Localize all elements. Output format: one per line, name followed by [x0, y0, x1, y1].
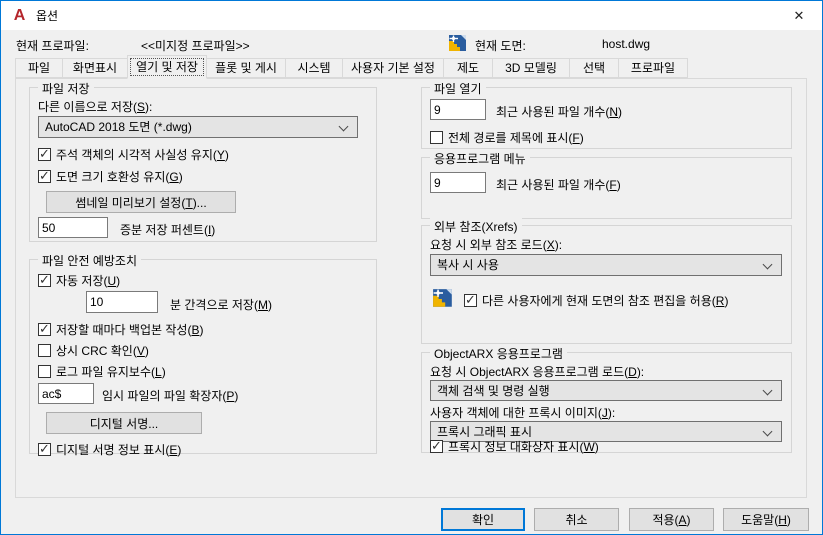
arx-demand-load-value: 객체 검색 및 명령 실행: [437, 384, 550, 398]
proxy-images-value: 프록시 그래픽 표시: [437, 425, 532, 439]
full-path-title-label: 전체 경로를 제목에 표시(F): [448, 131, 584, 145]
current-profile-value: <<미지정 프로파일>>: [141, 39, 250, 53]
drawing-size-compat-label: 도면 크기 호환성 유지(G): [56, 170, 183, 184]
group-app-menu-title: 응용프로그램 메뉴: [430, 150, 530, 167]
log-maintain-checkbox[interactable]: [38, 365, 51, 378]
full-path-title-checkbox[interactable]: [430, 131, 443, 144]
tab-profiles[interactable]: 프로파일: [618, 58, 688, 78]
tab-bar: 파일 화면표시 열기 및 저장 플롯 및 게시 시스템 사용자 기본 설정 제도…: [15, 55, 688, 79]
options-dialog: A 옵션 ✕ 현재 프로파일: <<미지정 프로파일>> 현재 도면: host…: [0, 0, 823, 535]
xref-allow-edit-checkbox[interactable]: [464, 292, 477, 308]
arx-demand-load-select[interactable]: 객체 검색 및 명령 실행: [430, 380, 782, 401]
chevron-down-icon[interactable]: [762, 426, 773, 437]
group-xrefs: 외부 참조(Xrefs) 요청 시 외부 참조 로드(X): 복사 시 사용 다…: [421, 218, 792, 344]
annotative-fidelity-label: 주석 객체의 시각적 사실성 유지(Y): [56, 148, 229, 162]
chevron-down-icon[interactable]: [762, 385, 773, 396]
tab-3d-modeling[interactable]: 3D 모델링: [492, 58, 570, 78]
recent-files-count-label: 최근 사용된 파일 개수(N): [496, 105, 623, 119]
signature-info-checkbox[interactable]: [38, 441, 51, 457]
chevron-down-icon[interactable]: [762, 259, 773, 270]
cancel-button[interactable]: 취소: [534, 508, 619, 531]
app-menu-recent-files-input[interactable]: [430, 172, 486, 193]
tab-display[interactable]: 화면표시: [62, 58, 128, 78]
tab-system[interactable]: 시스템: [285, 58, 343, 78]
digital-signatures-button[interactable]: 디지털 서명...: [46, 412, 202, 434]
tab-plot-publish[interactable]: 플롯 및 게시: [206, 58, 286, 78]
proxy-info-dialog-label: 프록시 정보 대화상자 표시(W): [448, 440, 599, 454]
app-menu-recent-files-label: 최근 사용된 파일 개수(F): [496, 178, 621, 192]
proxy-info-dialog-checkbox[interactable]: [430, 438, 443, 454]
xref-demand-load-value: 복사 시 사용: [437, 258, 499, 272]
crc-checkbox[interactable]: [38, 344, 51, 357]
autosave-checkbox[interactable]: [38, 272, 51, 288]
incremental-save-percent-label: 증분 저장 퍼센트(I): [120, 223, 216, 237]
recent-files-count-input[interactable]: [430, 99, 486, 120]
temp-file-ext-label: 임시 파일의 파일 확장자(P): [102, 389, 239, 403]
log-maintain-row[interactable]: 로그 파일 유지보수(L): [38, 363, 166, 380]
group-objectarx-title: ObjectARX 응용프로그램: [430, 345, 567, 362]
group-file-safety: 파일 안전 예방조치 자동 저장(U) 분 간격으로 저장(M) 저장할 때마다…: [29, 252, 377, 457]
save-as-format-select[interactable]: AutoCAD 2018 도면 (*.dwg): [38, 116, 358, 138]
current-drawing-value: host.dwg: [602, 37, 651, 51]
xref-demand-load-label: 요청 시 외부 참조 로드(X):: [430, 238, 563, 252]
proxy-images-label: 사용자 객체에 대한 프록시 이미지(J):: [430, 406, 616, 420]
autosave-interval-input[interactable]: [86, 291, 158, 313]
log-maintain-label: 로그 파일 유지보수(L): [56, 365, 166, 379]
signature-info-label: 디지털 서명 정보 표시(E): [56, 443, 182, 457]
tab-drafting[interactable]: 제도: [443, 58, 493, 78]
group-file-save-title: 파일 저장: [38, 80, 94, 97]
annotative-fidelity-row[interactable]: 주석 객체의 시각적 사실성 유지(Y): [38, 146, 229, 163]
incremental-save-percent-input[interactable]: [38, 217, 108, 238]
dwg-file-icon: [433, 289, 452, 307]
help-button[interactable]: 도움말(H): [723, 508, 809, 531]
thumbnail-preview-settings-button[interactable]: 썸네일 미리보기 설정(T)...: [46, 191, 236, 213]
tab-files[interactable]: 파일: [15, 58, 63, 78]
group-objectarx: ObjectARX 응용프로그램 요청 시 ObjectARX 응용프로그램 로…: [421, 345, 792, 455]
group-file-open-title: 파일 열기: [430, 80, 486, 97]
save-as-label: 다른 이름으로 저장(S):: [38, 100, 153, 114]
group-xrefs-title: 외부 참조(Xrefs): [430, 218, 522, 235]
window-title: 옵션: [36, 9, 59, 23]
close-icon[interactable]: ✕: [776, 1, 822, 30]
xref-demand-load-select[interactable]: 복사 시 사용: [430, 254, 782, 276]
backup-label: 저장할 때마다 백업본 작성(B): [56, 323, 204, 337]
full-path-title-row[interactable]: 전체 경로를 제목에 표시(F): [430, 129, 584, 146]
group-file-safety-title: 파일 안전 예방조치: [38, 252, 141, 269]
autosave-row[interactable]: 자동 저장(U): [38, 272, 120, 289]
drawing-size-compat-checkbox[interactable]: [38, 168, 51, 184]
xref-allow-edit-row[interactable]: 다른 사용자에게 현재 도면의 참조 편집을 허용(R): [464, 292, 728, 309]
ok-button[interactable]: 확인: [441, 508, 525, 531]
chevron-down-icon[interactable]: [338, 121, 349, 132]
crc-label: 상시 CRC 확인(V): [56, 344, 149, 358]
annotative-fidelity-checkbox[interactable]: [38, 146, 51, 162]
current-profile-label: 현재 프로파일:: [16, 39, 89, 53]
tab-selection[interactable]: 선택: [569, 58, 619, 78]
xref-allow-edit-label: 다른 사용자에게 현재 도면의 참조 편집을 허용(R): [482, 294, 729, 308]
title-bar: A 옵션 ✕: [1, 1, 822, 30]
backup-checkbox[interactable]: [38, 321, 51, 337]
crc-row[interactable]: 상시 CRC 확인(V): [38, 342, 149, 359]
dwg-file-icon: [449, 35, 466, 51]
group-file-save: 파일 저장 다른 이름으로 저장(S): AutoCAD 2018 도면 (*.…: [29, 80, 377, 242]
group-app-menu: 응용프로그램 메뉴 최근 사용된 파일 개수(F): [421, 150, 792, 219]
apply-button[interactable]: 적용(A): [629, 508, 714, 531]
temp-file-ext-input[interactable]: [38, 383, 94, 404]
proxy-info-dialog-row[interactable]: 프록시 정보 대화상자 표시(W): [430, 438, 599, 455]
group-file-open: 파일 열기 최근 사용된 파일 개수(N) 전체 경로를 제목에 표시(F): [421, 80, 792, 149]
autocad-logo-icon: A: [13, 7, 26, 24]
backup-row[interactable]: 저장할 때마다 백업본 작성(B): [38, 321, 203, 338]
autosave-interval-label: 분 간격으로 저장(M): [170, 298, 272, 312]
tab-user-preferences[interactable]: 사용자 기본 설정: [342, 58, 444, 78]
drawing-size-compat-row[interactable]: 도면 크기 호환성 유지(G): [38, 168, 183, 185]
signature-info-row[interactable]: 디지털 서명 정보 표시(E): [38, 441, 181, 458]
save-as-format-value: AutoCAD 2018 도면 (*.dwg): [45, 120, 192, 134]
tab-open-and-save[interactable]: 열기 및 저장: [127, 55, 207, 79]
current-drawing-label: 현재 도면:: [475, 39, 526, 53]
autosave-label: 자동 저장(U): [56, 274, 121, 288]
arx-demand-load-label: 요청 시 ObjectARX 응용프로그램 로드(D):: [430, 365, 645, 379]
